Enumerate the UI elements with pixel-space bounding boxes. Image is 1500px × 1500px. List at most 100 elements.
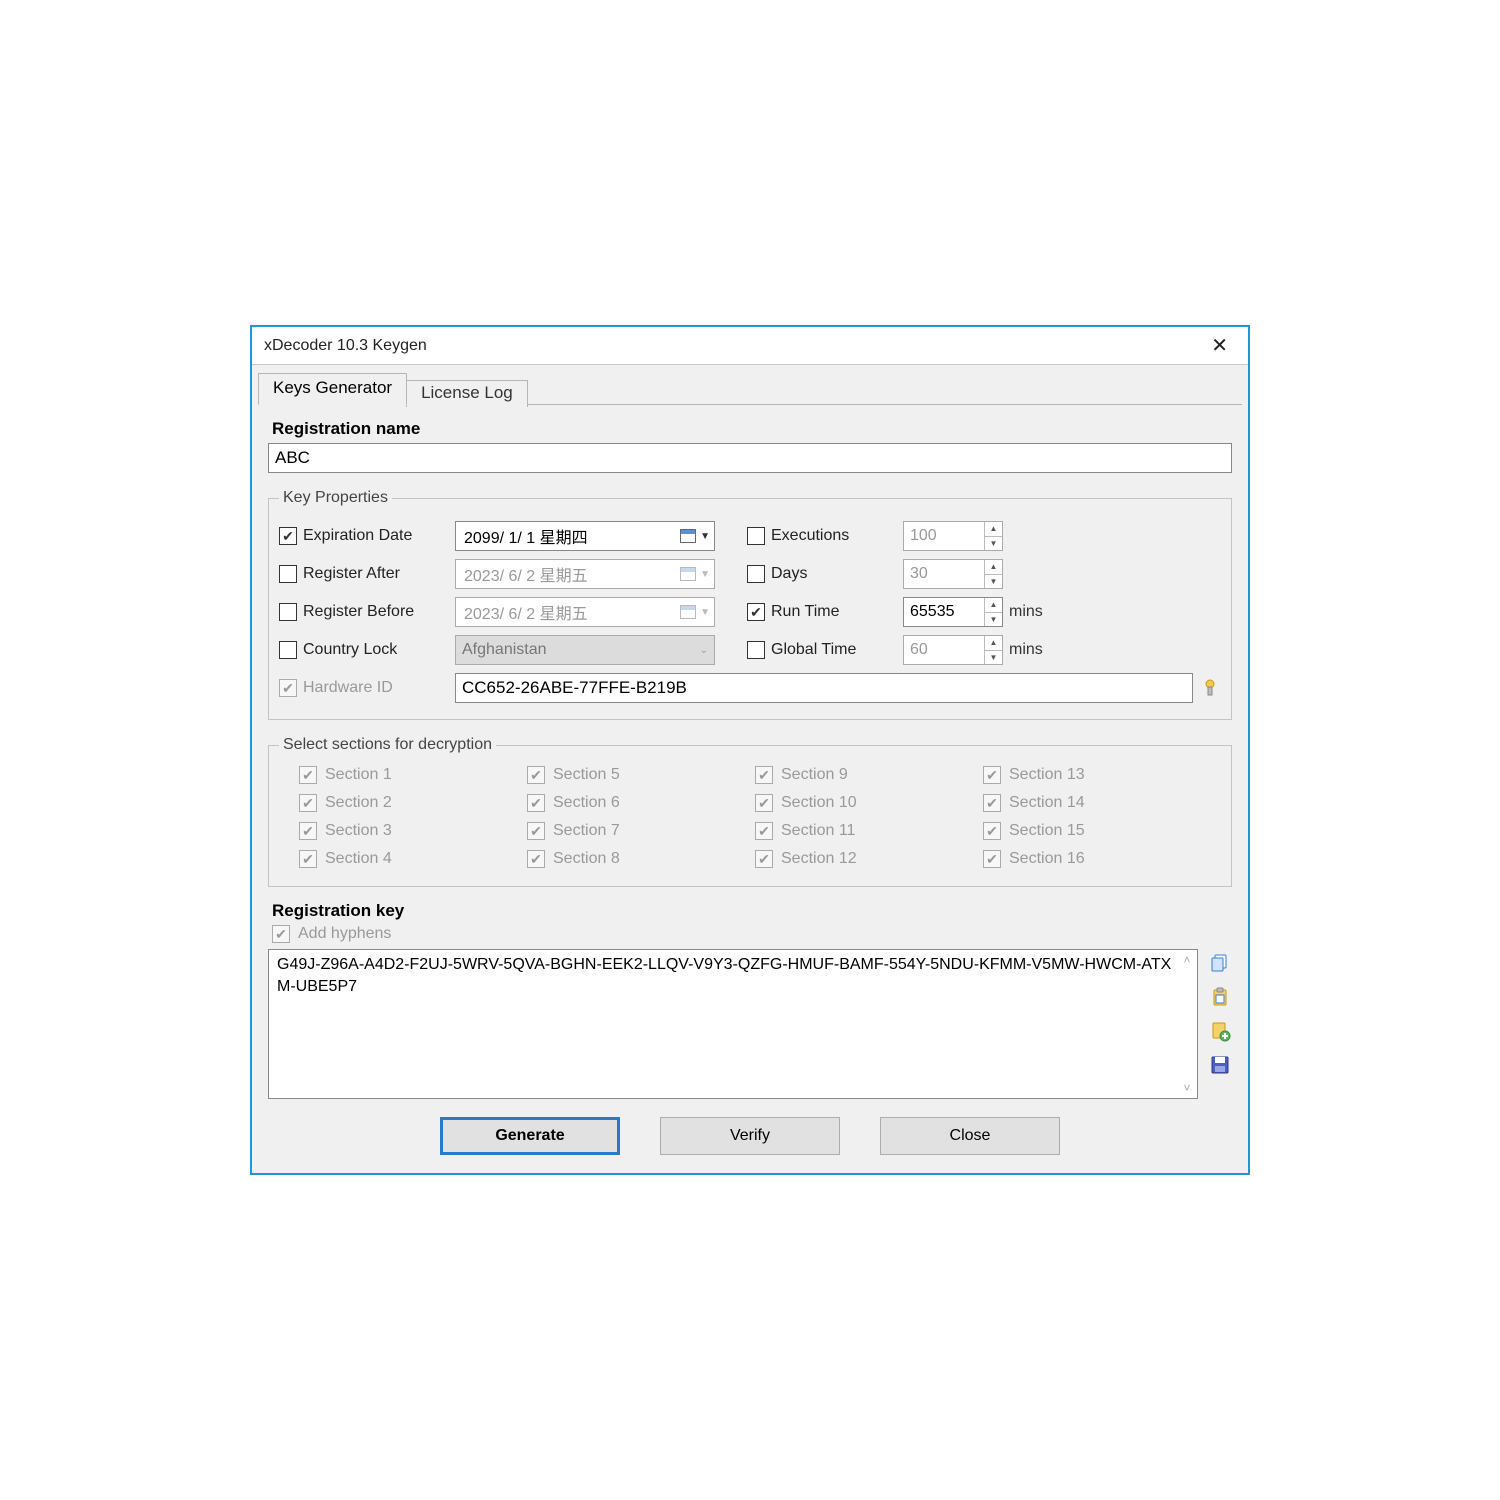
country-lock-label: Country Lock: [303, 641, 397, 659]
section-label: Section 2: [325, 794, 392, 812]
section-checkbox: Section 9: [755, 766, 973, 784]
hardware-id-checkbox: [279, 679, 297, 697]
executions-checkbox[interactable]: [747, 527, 765, 545]
section-check-icon: [527, 794, 545, 812]
section-check-icon: [983, 794, 1001, 812]
save-icon[interactable]: [1208, 1053, 1232, 1077]
chevron-down-icon: ▼: [700, 531, 710, 542]
country-lock-checkbox[interactable]: [279, 641, 297, 659]
section-check-icon: [527, 822, 545, 840]
register-after-label: Register After: [303, 565, 400, 583]
section-check-icon: [983, 850, 1001, 868]
chevron-down-icon: ⌄: [700, 645, 708, 656]
section-check-icon: [755, 794, 773, 812]
tab-license-log[interactable]: License Log: [406, 380, 528, 407]
section-label: Section 7: [553, 822, 620, 840]
section-check-icon: [299, 766, 317, 784]
section-label: Section 3: [325, 822, 392, 840]
close-button[interactable]: Close: [880, 1117, 1060, 1155]
verify-button[interactable]: Verify: [660, 1117, 840, 1155]
app-window: xDecoder 10.3 Keygen ✕ Keys Generator Li…: [250, 325, 1250, 1175]
sections-group: Select sections for decryption Section 1…: [268, 736, 1232, 887]
register-after-datepicker[interactable]: 2023/ 6/ 2 星期五 ▼: [455, 559, 715, 589]
expiration-label: Expiration Date: [303, 527, 412, 545]
section-checkbox: Section 10: [755, 794, 973, 812]
chevron-down-icon: ▼: [700, 607, 710, 618]
section-checkbox: Section 14: [983, 794, 1201, 812]
section-label: Section 1: [325, 766, 392, 784]
section-check-icon: [299, 794, 317, 812]
scroll-up-icon[interactable]: ˄: [1179, 952, 1195, 968]
scroll-down-icon[interactable]: ˅: [1179, 1080, 1195, 1096]
section-checkbox: Section 4: [299, 850, 517, 868]
add-hyphens-label: Add hyphens: [298, 925, 391, 943]
days-spinner[interactable]: 30 ▲▼: [903, 559, 1003, 589]
window-title: xDecoder 10.3 Keygen: [264, 337, 427, 355]
section-checkbox: Section 6: [527, 794, 745, 812]
register-after-checkbox[interactable]: [279, 565, 297, 583]
runtime-unit: mins: [1009, 603, 1059, 621]
section-checkbox: Section 3: [299, 822, 517, 840]
section-check-icon: [755, 850, 773, 868]
runtime-spinner[interactable]: 65535 ▲▼: [903, 597, 1003, 627]
section-check-icon: [983, 766, 1001, 784]
section-check-icon: [755, 766, 773, 784]
add-icon[interactable]: [1208, 1019, 1232, 1043]
days-checkbox[interactable]: [747, 565, 765, 583]
section-label: Section 11: [781, 822, 855, 840]
country-lock-select[interactable]: Afghanistan ⌄: [455, 635, 715, 665]
regkey-label: Registration key: [272, 901, 1232, 921]
close-icon[interactable]: ✕: [1201, 329, 1238, 362]
titlebar: xDecoder 10.3 Keygen ✕: [252, 327, 1248, 365]
copy-icon[interactable]: [1208, 951, 1232, 975]
hardware-id-icon[interactable]: [1199, 677, 1221, 699]
section-label: Section 14: [1009, 794, 1085, 812]
section-label: Section 13: [1009, 766, 1085, 784]
hardware-id-input[interactable]: [455, 673, 1193, 703]
section-label: Section 6: [553, 794, 620, 812]
section-label: Section 10: [781, 794, 857, 812]
register-before-checkbox[interactable]: [279, 603, 297, 621]
section-checkbox: Section 8: [527, 850, 745, 868]
register-before-datepicker[interactable]: 2023/ 6/ 2 星期五 ▼: [455, 597, 715, 627]
client-area: Keys Generator License Log Registration …: [252, 365, 1248, 1173]
sections-legend: Select sections for decryption: [279, 736, 496, 754]
section-checkbox: Section 7: [527, 822, 745, 840]
expiration-datepicker[interactable]: 2099/ 1/ 1 星期四 ▼: [455, 521, 715, 551]
section-label: Section 16: [1009, 850, 1085, 868]
section-checkbox: Section 5: [527, 766, 745, 784]
section-check-icon: [299, 822, 317, 840]
regkey-value: G49J-Z96A-A4D2-F2UJ-5WRV-5QVA-BGHN-EEK2-…: [277, 956, 1171, 995]
section-label: Section 5: [553, 766, 620, 784]
executions-spinner[interactable]: 100 ▲▼: [903, 521, 1003, 551]
section-check-icon: [527, 850, 545, 868]
chevron-down-icon: ▼: [700, 569, 710, 580]
section-check-icon: [527, 766, 545, 784]
calendar-icon: [680, 529, 696, 543]
global-time-label: Global Time: [771, 641, 856, 659]
section-checkbox: Section 1: [299, 766, 517, 784]
key-properties-legend: Key Properties: [279, 489, 392, 507]
key-properties-group: Key Properties Expiration Date 2099/ 1/ …: [268, 489, 1232, 720]
calendar-icon: [680, 605, 696, 619]
section-label: Section 8: [553, 850, 620, 868]
section-check-icon: [755, 822, 773, 840]
section-checkbox: Section 2: [299, 794, 517, 812]
tab-keys-generator[interactable]: Keys Generator: [258, 373, 407, 405]
section-checkbox: Section 16: [983, 850, 1201, 868]
calendar-icon: [680, 567, 696, 581]
runtime-checkbox[interactable]: [747, 603, 765, 621]
global-time-checkbox[interactable]: [747, 641, 765, 659]
generate-button[interactable]: Generate: [440, 1117, 620, 1155]
regkey-textarea[interactable]: G49J-Z96A-A4D2-F2UJ-5WRV-5QVA-BGHN-EEK2-…: [268, 949, 1198, 1099]
section-label: Section 12: [781, 850, 857, 868]
hardware-id-label: Hardware ID: [303, 679, 393, 697]
global-time-spinner[interactable]: 60 ▲▼: [903, 635, 1003, 665]
section-label: Section 15: [1009, 822, 1085, 840]
paste-icon[interactable]: [1208, 985, 1232, 1009]
regname-input[interactable]: [268, 443, 1232, 473]
section-check-icon: [299, 850, 317, 868]
section-label: Section 9: [781, 766, 848, 784]
expiration-checkbox[interactable]: [279, 527, 297, 545]
regname-label: Registration name: [272, 419, 1232, 439]
